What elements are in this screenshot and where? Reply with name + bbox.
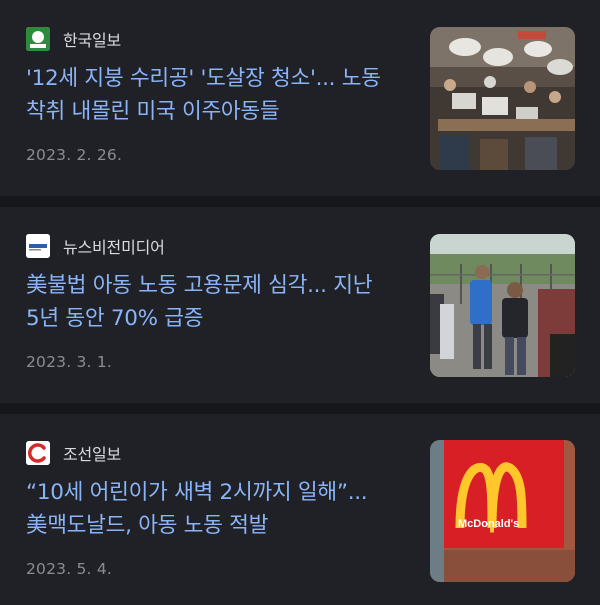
headline-link[interactable]: '12세 지붕 수리공' '도살장 청소'... 노동 착취 내몰린 미국 이주… <box>26 62 396 128</box>
news-feed: 한국일보 '12세 지붕 수리공' '도살장 청소'... 노동 착취 내몰린 … <box>0 0 600 605</box>
chosun-ilbo-logo-icon <box>26 441 50 465</box>
headline-link[interactable]: “10세 어린이가 새벽 2시까지 일해”... 美맥도날드, 아동 노동 적발 <box>26 476 396 542</box>
source-name: 조선일보 <box>63 445 122 464</box>
news-card[interactable]: 조선일보 “10세 어린이가 새벽 2시까지 일해”... 美맥도날드, 아동 … <box>0 414 600 605</box>
source-row: 한국일보 <box>26 27 121 51</box>
source-row: 뉴스비전미디어 <box>26 234 165 258</box>
publish-date: 2023. 5. 4. <box>26 560 113 578</box>
headline-link[interactable]: 美불법 아동 노동 고용문제 심각... 지난 5년 동안 70% 급증 <box>26 269 396 335</box>
mcdonalds-sign-thumbnail[interactable]: McDonald's <box>430 440 575 582</box>
news-card[interactable]: 뉴스비전미디어 美불법 아동 노동 고용문제 심각... 지난 5년 동안 70… <box>0 207 600 403</box>
hankook-ilbo-logo-icon <box>26 27 50 51</box>
source-name: 뉴스비전미디어 <box>63 238 165 257</box>
source-name: 한국일보 <box>63 31 122 50</box>
workers-walking-thumbnail[interactable] <box>430 234 575 377</box>
source-row: 조선일보 <box>26 441 121 465</box>
mcdonalds-sign-text: McDonald's <box>458 518 520 530</box>
publish-date: 2023. 3. 1. <box>26 353 113 371</box>
newsvision-media-logo-icon <box>26 234 50 258</box>
protest-crowd-thumbnail[interactable] <box>430 27 575 170</box>
news-card[interactable]: 한국일보 '12세 지붕 수리공' '도살장 청소'... 노동 착취 내몰린 … <box>0 0 600 196</box>
publish-date: 2023. 2. 26. <box>26 146 123 164</box>
